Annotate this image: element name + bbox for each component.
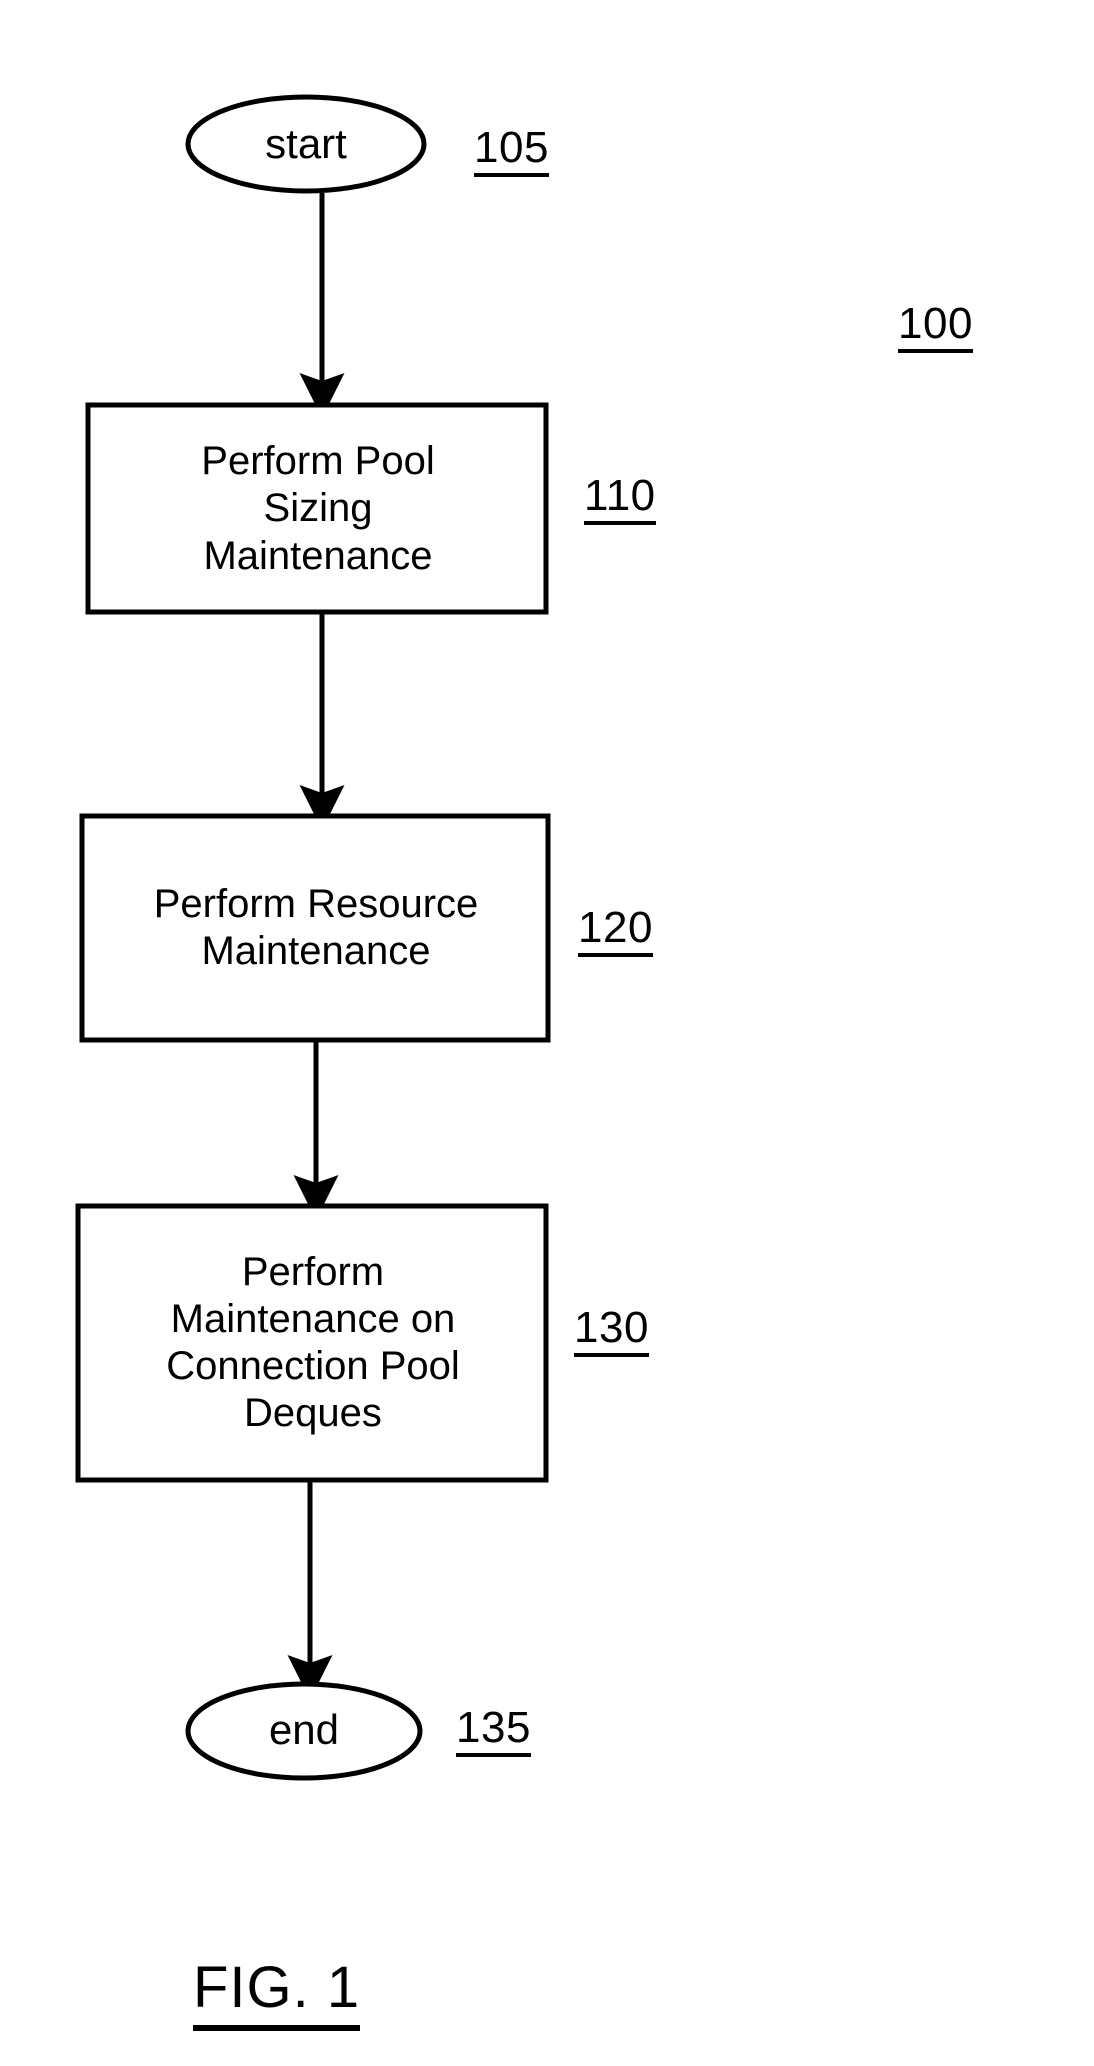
reference-numeral-110: 110 <box>584 474 656 525</box>
node-110-label: Perform Pool Sizing Maintenance <box>201 439 435 578</box>
reference-numeral-100: 100 <box>898 302 973 353</box>
reference-numeral-120: 120 <box>578 906 653 957</box>
reference-numeral-105: 105 <box>474 126 549 177</box>
node-130-label: Perform Maintenance on Connection Pool D… <box>166 1249 460 1436</box>
node-120-label: Perform Resource Maintenance <box>153 881 479 973</box>
reference-numeral-130: 130 <box>574 1306 649 1357</box>
node-start-label: start <box>265 120 347 168</box>
node-end-label: end <box>268 1706 340 1754</box>
figure-caption: FIG. 1 <box>193 1954 361 2031</box>
reference-numeral-135: 135 <box>456 1706 531 1757</box>
patent-figure-page: start Perform Pool Sizing Maintenance Pe… <box>0 0 1094 2066</box>
